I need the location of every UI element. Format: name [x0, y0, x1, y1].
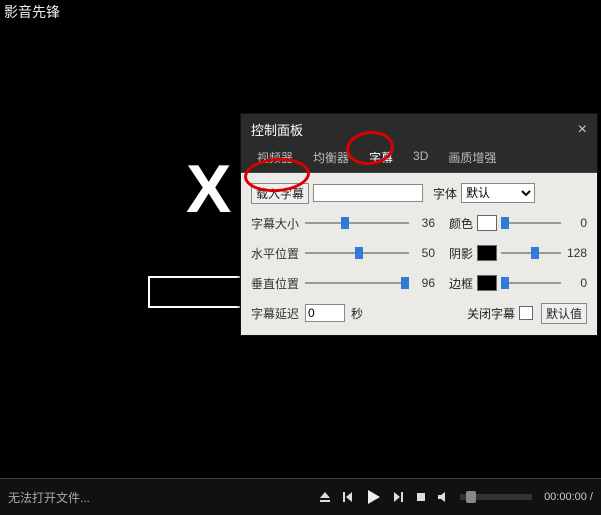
tab-equalizer[interactable]: 均衡器: [303, 143, 359, 172]
border-slider[interactable]: [501, 276, 561, 290]
hpos-value: 50: [409, 246, 435, 260]
tab-video[interactable]: 视频器: [247, 143, 303, 172]
logo: X: [186, 150, 229, 228]
vpos-label: 垂直位置: [251, 275, 305, 292]
delay-unit: 秒: [351, 305, 363, 322]
subtitle-path-input[interactable]: [313, 184, 423, 202]
border-label: 边框: [449, 275, 477, 292]
tab-enhance[interactable]: 画质增强: [438, 143, 506, 172]
eject-icon[interactable]: [314, 486, 336, 508]
bottom-bar: 无法打开文件... 00:00:00 /: [0, 479, 601, 515]
default-button[interactable]: 默认值: [541, 303, 587, 324]
color-swatch[interactable]: [477, 215, 497, 231]
volume-icon[interactable]: [432, 486, 454, 508]
shadow-slider[interactable]: [501, 246, 561, 260]
color-value: 0: [561, 216, 587, 230]
size-label: 字幕大小: [251, 215, 305, 232]
hpos-slider[interactable]: [305, 246, 409, 260]
prev-icon[interactable]: [336, 486, 358, 508]
border-value: 0: [561, 276, 587, 290]
app-title: 影音先锋: [4, 2, 60, 22]
tab-subtitle[interactable]: 字幕: [359, 143, 403, 172]
panel-tabs: 视频器 均衡器 字幕 3D 画质增强: [241, 143, 597, 173]
shadow-label: 阴影: [449, 245, 477, 262]
font-label: 字体: [433, 185, 457, 202]
status-text: 无法打开文件...: [8, 489, 90, 506]
border-swatch[interactable]: [477, 275, 497, 291]
vpos-slider[interactable]: [305, 276, 409, 290]
shadow-value: 128: [561, 246, 587, 260]
time-display: 00:00:00 /: [544, 491, 593, 503]
color-slider[interactable]: [501, 216, 561, 230]
size-value: 36: [409, 216, 435, 230]
play-icon[interactable]: [358, 486, 388, 508]
close-subtitle-checkbox[interactable]: [519, 306, 533, 320]
stop-icon[interactable]: [410, 486, 432, 508]
shadow-swatch[interactable]: [477, 245, 497, 261]
color-label: 颜色: [449, 215, 477, 232]
delay-input[interactable]: [305, 304, 345, 322]
volume-slider[interactable]: [460, 494, 532, 500]
panel-title: 控制面板: [251, 120, 303, 139]
size-slider[interactable]: [305, 216, 409, 230]
next-icon[interactable]: [388, 486, 410, 508]
load-subtitle-button[interactable]: 载入字幕: [251, 183, 309, 204]
hpos-label: 水平位置: [251, 245, 305, 262]
delay-label: 字幕延迟: [251, 305, 305, 322]
panel-body: 载入字幕 字体 默认 字幕大小 36 颜色 0 水平位置: [241, 173, 597, 335]
font-select[interactable]: 默认: [461, 183, 535, 203]
close-icon[interactable]: ×: [578, 121, 587, 139]
tab-3d[interactable]: 3D: [403, 143, 438, 172]
close-subtitle-label: 关闭字幕: [467, 305, 515, 322]
control-panel: 控制面板 × 视频器 均衡器 字幕 3D 画质增强 载入字幕 字体 默认 字幕大…: [240, 113, 598, 336]
vpos-value: 96: [409, 276, 435, 290]
